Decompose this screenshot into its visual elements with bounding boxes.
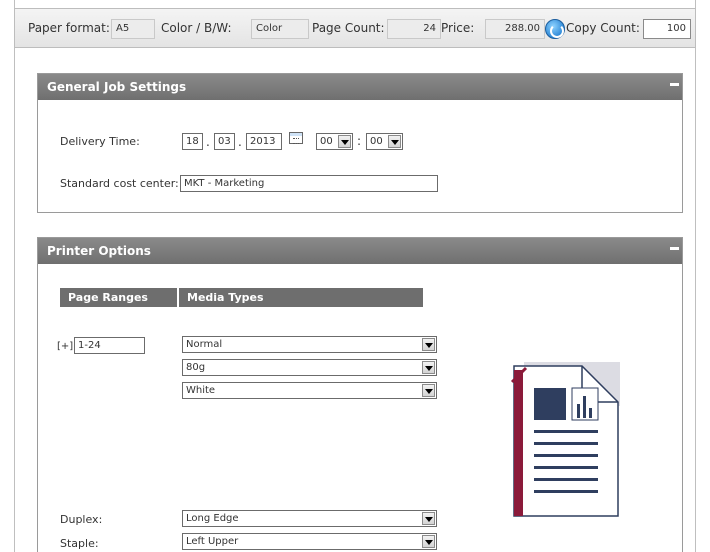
collapse-icon[interactable] — [670, 83, 679, 86]
delivery-minute-select[interactable]: 00 — [366, 133, 403, 150]
media-weight-select[interactable]: 80g — [182, 359, 437, 376]
copy-count-label: Copy Count: — [566, 21, 640, 35]
price-field: 288.00 — [485, 19, 545, 39]
hour-value: 00 — [320, 136, 333, 147]
general-job-settings-header[interactable]: General Job Settings — [38, 74, 682, 100]
media-color-value: White — [186, 385, 216, 396]
collapse-icon[interactable] — [670, 247, 679, 250]
paper-format-label: Paper format: — [28, 21, 110, 35]
date-separator: . — [206, 135, 210, 149]
cost-center-input[interactable]: MKT - Marketing — [180, 175, 438, 192]
page-ranges-title: Page Ranges — [68, 291, 148, 304]
doc-chart-bar — [583, 396, 586, 418]
chevron-down-icon[interactable] — [422, 535, 435, 548]
price-label: Price: — [441, 21, 475, 35]
doc-text-line — [534, 466, 598, 469]
staple-select[interactable]: Left Upper — [182, 533, 437, 550]
doc-chart-bar — [577, 404, 580, 418]
paper-format-field: A5 — [111, 19, 155, 39]
delivery-month-input[interactable]: 03 — [214, 133, 235, 150]
expand-range-toggle[interactable]: [+] — [57, 341, 73, 352]
doc-spine-bar — [514, 370, 523, 516]
document-preview-icon — [510, 362, 620, 517]
refresh-price-icon[interactable] — [545, 19, 565, 39]
printer-options-header[interactable]: Printer Options — [38, 238, 682, 264]
printer-options-title: Printer Options — [47, 244, 151, 258]
doc-text-line — [534, 430, 598, 433]
doc-text-line — [534, 478, 598, 481]
media-type-select[interactable]: Normal — [182, 336, 437, 353]
minute-value: 00 — [370, 136, 383, 147]
chevron-down-icon[interactable] — [388, 135, 401, 148]
staple-label: Staple: — [60, 537, 99, 550]
cost-center-label: Standard cost center: — [60, 177, 179, 190]
media-weight-value: 80g — [186, 362, 206, 373]
duplex-value: Long Edge — [186, 513, 239, 524]
general-job-settings-title: General Job Settings — [47, 80, 187, 94]
page-count-field: 24 — [387, 19, 441, 39]
media-color-select[interactable]: White — [182, 382, 437, 399]
media-type-value: Normal — [186, 339, 223, 350]
date-separator: . — [238, 135, 242, 149]
doc-text-line — [534, 490, 598, 493]
duplex-select[interactable]: Long Edge — [182, 510, 437, 527]
calendar-icon[interactable] — [289, 132, 303, 144]
doc-text-line — [534, 442, 598, 445]
general-job-settings-panel: General Job Settings Delivery Time: 18 .… — [37, 73, 683, 213]
delivery-day-input[interactable]: 18 — [182, 133, 203, 150]
staple-value: Left Upper — [186, 536, 239, 547]
delivery-year-input[interactable]: 2013 — [246, 133, 282, 150]
color-label: Color / B/W: — [161, 21, 232, 35]
printer-options-panel: Printer Options Page Ranges Media Types … — [37, 237, 683, 552]
job-summary-bar: Paper format: A5 Color / B/W: Color Page… — [14, 8, 696, 48]
delivery-hour-select[interactable]: 00 — [316, 133, 353, 150]
chevron-down-icon[interactable] — [422, 512, 435, 525]
doc-chart-bar — [589, 408, 592, 418]
delivery-time-label: Delivery Time: — [60, 135, 140, 148]
time-separator: : — [357, 134, 362, 148]
media-types-title: Media Types — [187, 291, 264, 304]
duplex-label: Duplex: — [60, 513, 103, 526]
chevron-down-icon[interactable] — [422, 361, 435, 374]
chevron-down-icon[interactable] — [422, 384, 435, 397]
chevron-down-icon[interactable] — [338, 135, 351, 148]
media-types-column-header: Media Types — [179, 288, 423, 307]
doc-image-block — [534, 388, 566, 420]
page-ranges-column-header: Page Ranges — [60, 288, 177, 307]
doc-text-line — [534, 454, 598, 457]
page-count-label: Page Count: — [312, 21, 385, 35]
chevron-down-icon[interactable] — [422, 338, 435, 351]
page-range-input[interactable]: 1-24 — [74, 337, 145, 354]
color-field: Color — [251, 19, 309, 39]
copy-count-input[interactable]: 100 — [643, 19, 691, 39]
